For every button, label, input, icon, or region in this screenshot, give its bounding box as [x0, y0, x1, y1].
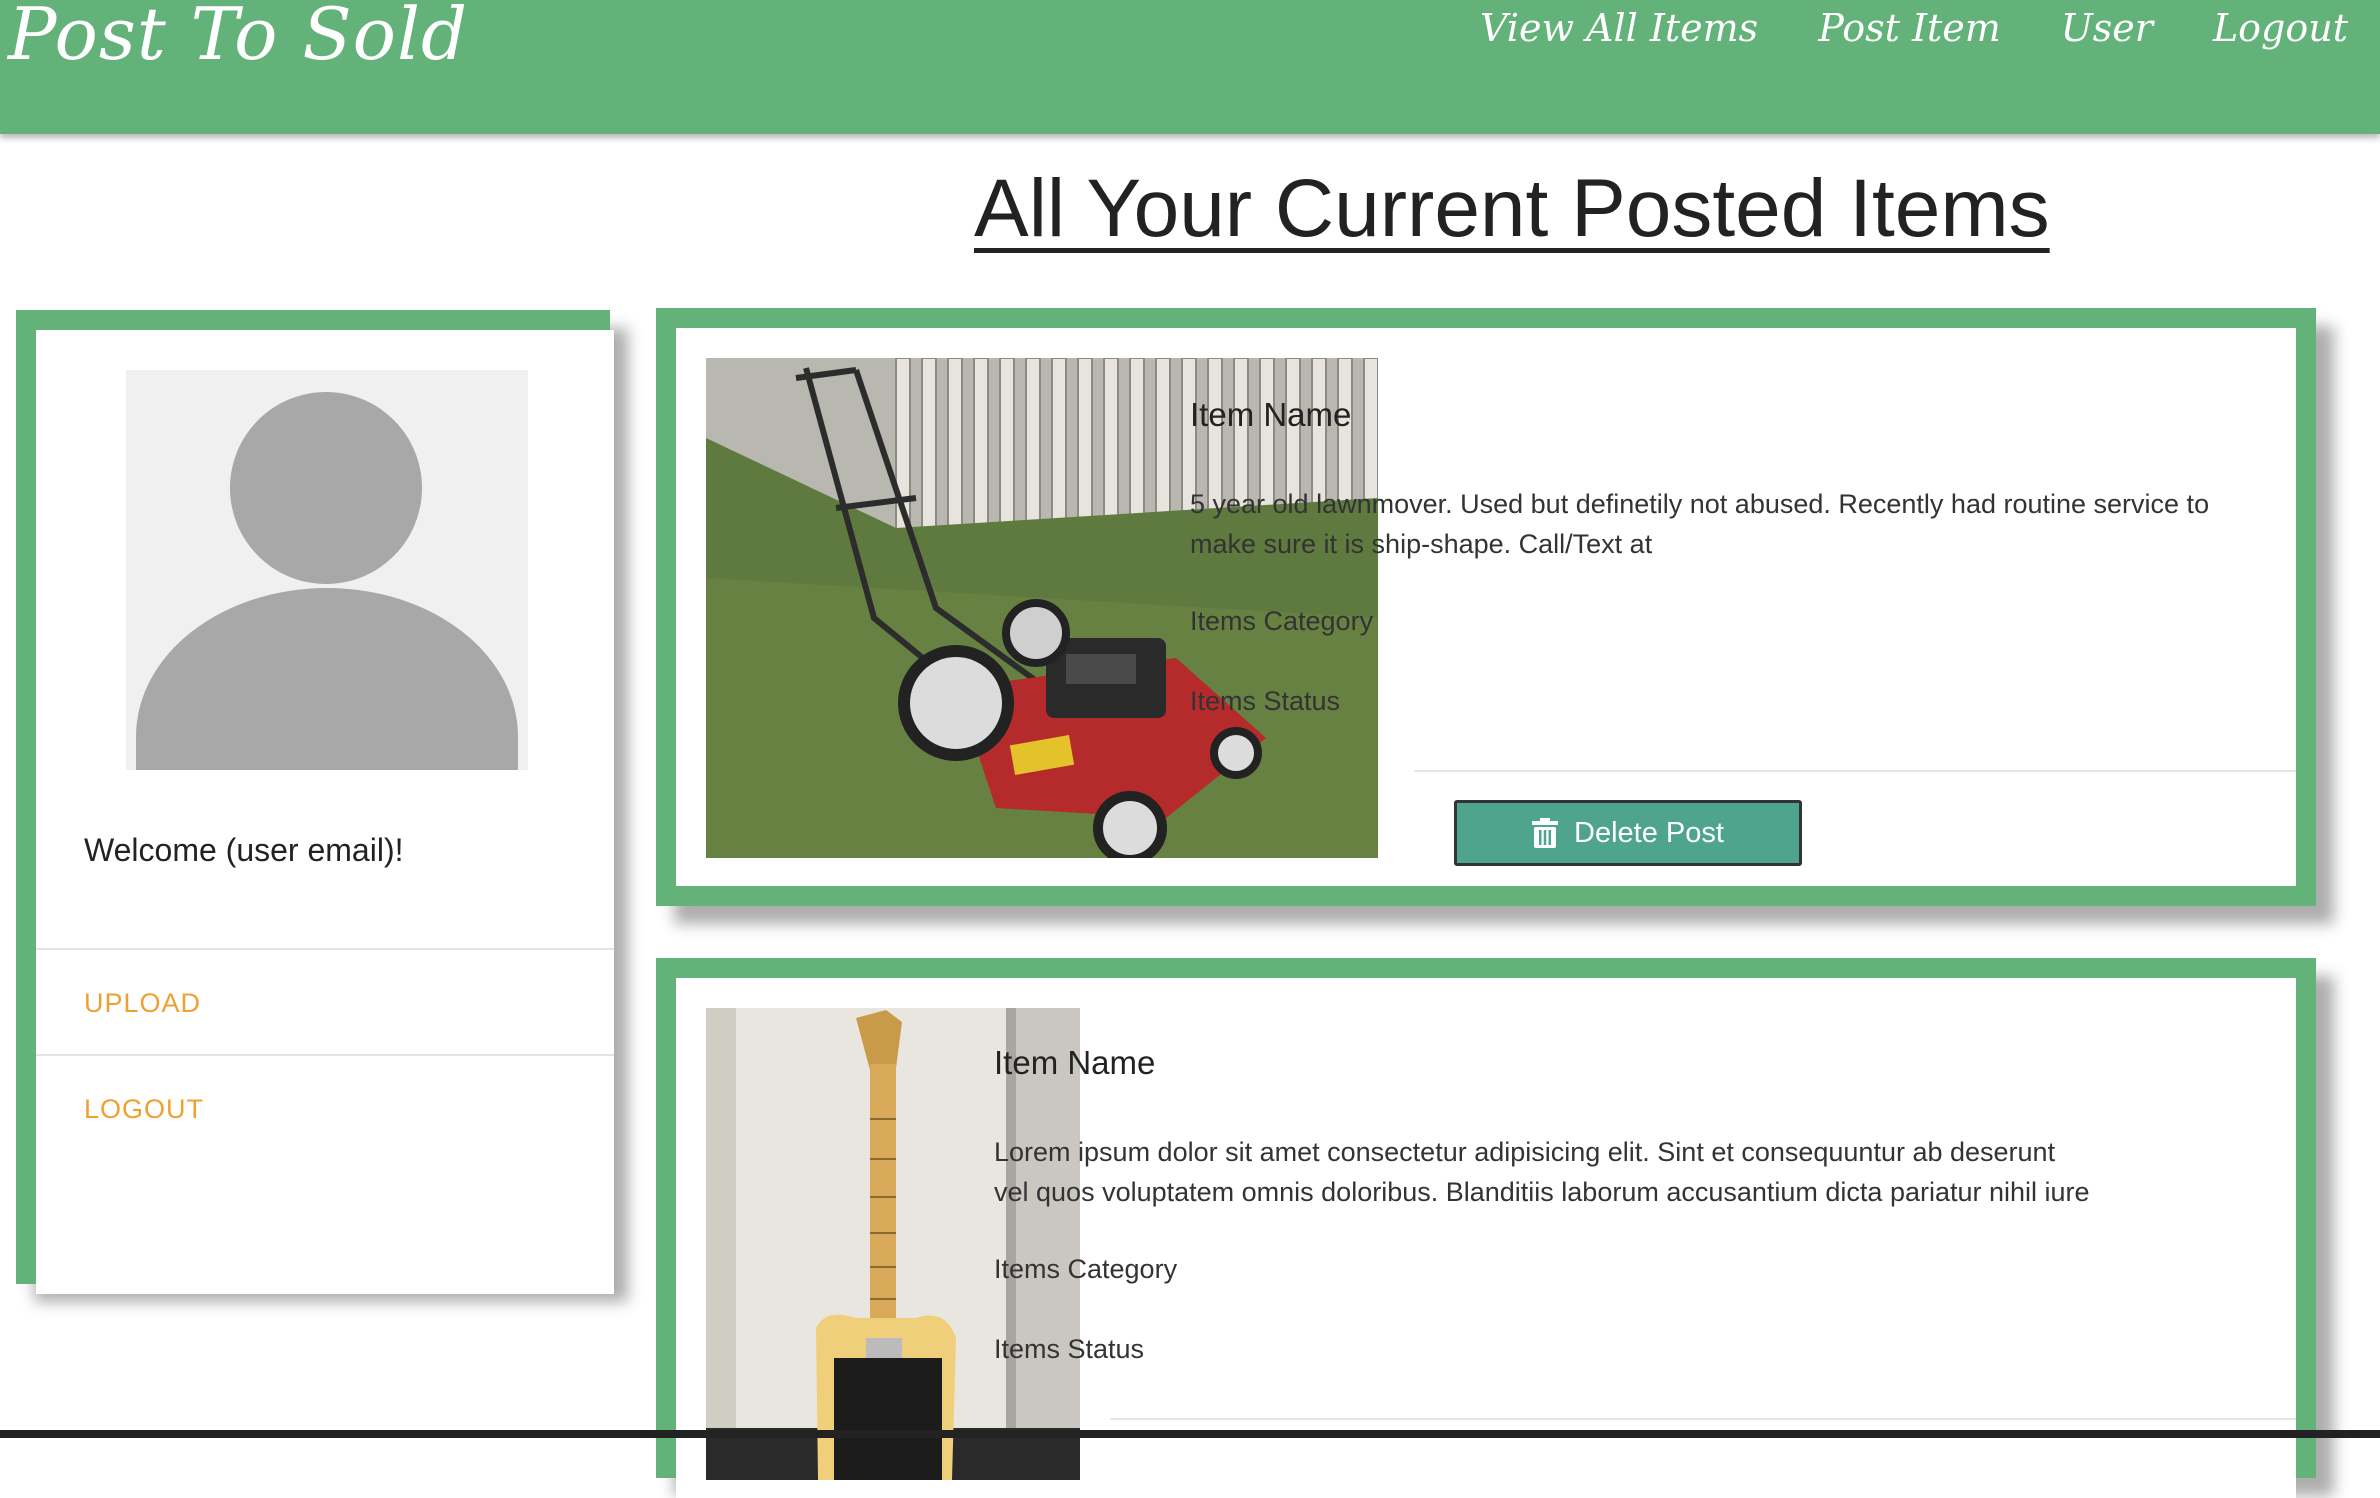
item-description: 5 year old lawnmover. Used but definetil…	[1190, 489, 2210, 559]
upload-link[interactable]: UPLOAD	[84, 988, 201, 1019]
avatar-body	[136, 588, 518, 770]
page-title: All Your Current Posted Items	[974, 163, 2050, 254]
trash-icon	[1532, 818, 1559, 848]
card-divider	[1414, 770, 2296, 772]
item-card-body: Item Name 5 year old lawnmover. Used but…	[676, 328, 2296, 886]
item-card: Item Name 5 year old lawnmover. Used but…	[656, 308, 2316, 906]
avatar-head	[230, 392, 422, 584]
item-status: Items Status	[994, 1334, 1145, 1364]
nav-user[interactable]: User	[2061, 6, 2153, 50]
profile-sidebar: Welcome (user email)! UPLOAD LOGOUT	[16, 310, 614, 1294]
item-details: Item Name Lorem ipsum dolor sit amet con…	[994, 978, 2284, 1498]
logout-link[interactable]: LOGOUT	[84, 1094, 204, 1125]
item-category: Items Category	[994, 1254, 1178, 1284]
nav-logout[interactable]: Logout	[2213, 6, 2348, 50]
item-card: Item Name Lorem ipsum dolor sit amet con…	[656, 958, 2316, 1498]
item-name: Item Name	[1190, 396, 1352, 433]
item-name: Item Name	[994, 1044, 1156, 1081]
sidebar-divider	[36, 948, 614, 950]
nav-post-item[interactable]: Post Item	[1818, 6, 2001, 50]
nav-view-all-items[interactable]: View All Items	[1480, 6, 1758, 50]
brand-logo[interactable]: Post To Sold	[8, 0, 468, 76]
user-silhouette-icon	[126, 370, 528, 770]
card-divider	[1110, 1418, 2296, 1420]
sidebar-divider	[36, 1054, 614, 1056]
navbar: Post To Sold View All Items Post Item Us…	[0, 0, 2380, 134]
window-bottom-edge	[0, 1430, 2380, 1438]
delete-post-button[interactable]: Delete Post	[1454, 800, 1802, 866]
welcome-message: Welcome (user email)!	[84, 832, 404, 868]
delete-post-label: Delete Post	[1574, 816, 1724, 849]
nav-links: View All Items Post Item User Logout	[1480, 6, 2348, 50]
item-description: Lorem ipsum dolor sit amet consectetur a…	[994, 1137, 2090, 1207]
item-status: Items Status	[1190, 686, 1341, 716]
item-card-body: Item Name Lorem ipsum dolor sit amet con…	[676, 978, 2296, 1498]
profile-card: Welcome (user email)! UPLOAD LOGOUT	[36, 330, 614, 1294]
item-category: Items Category	[1190, 606, 1374, 636]
